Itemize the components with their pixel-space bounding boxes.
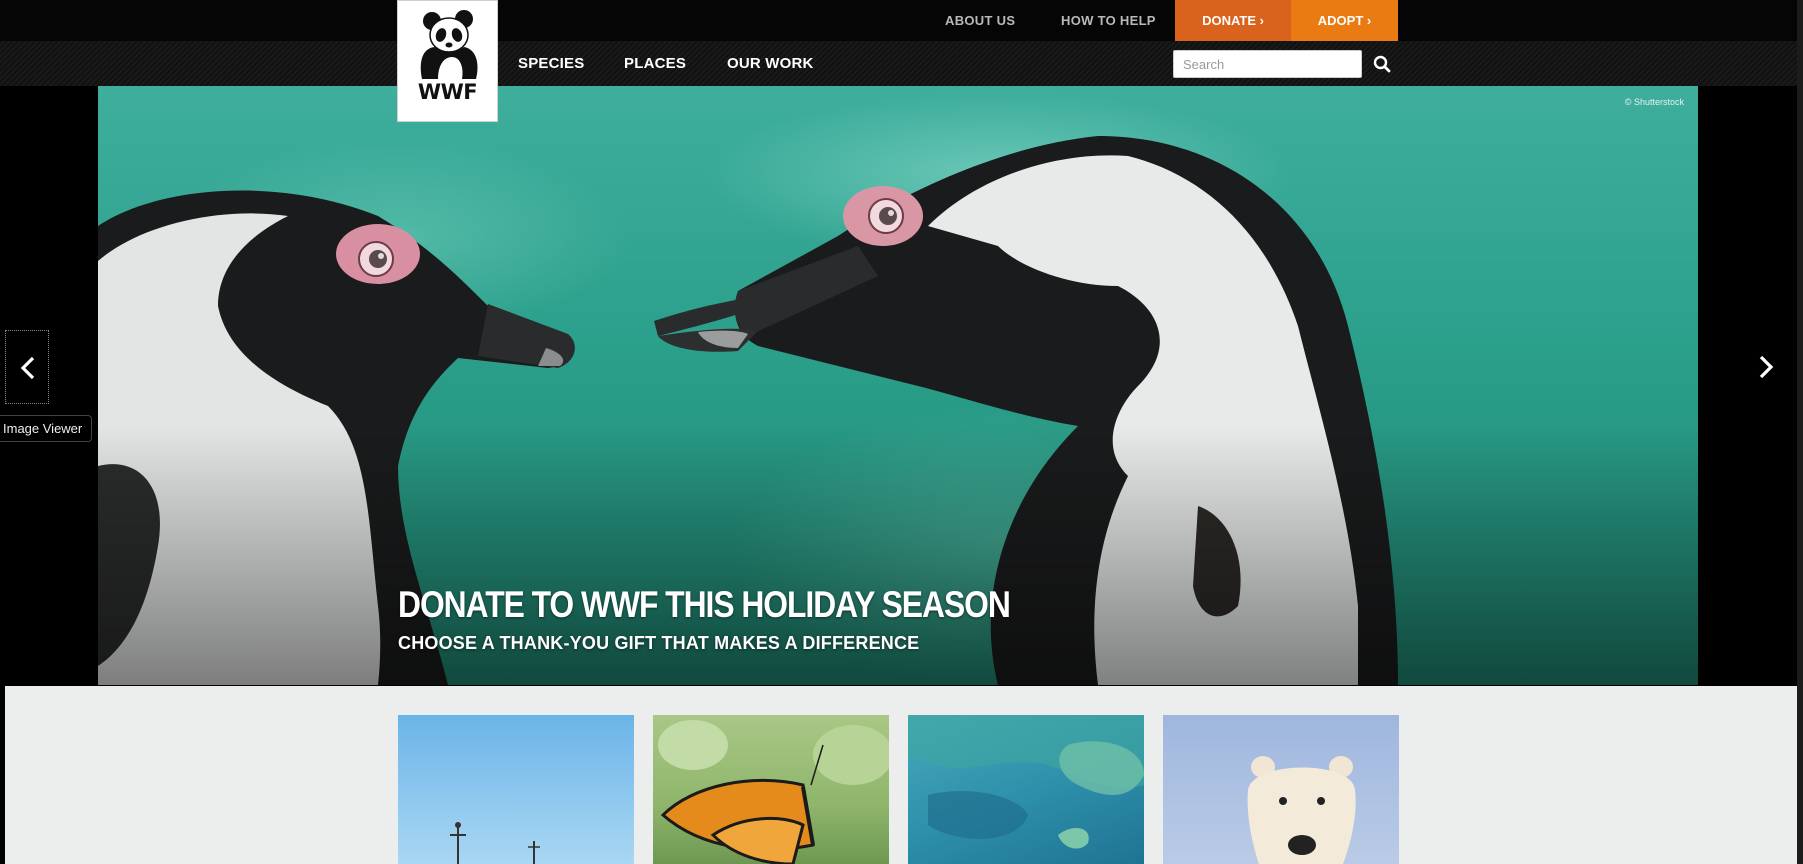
- hero-title[interactable]: DONATE TO WWF THIS HOLIDAY SEASON: [398, 584, 1011, 626]
- chevron-left-icon: [20, 356, 35, 380]
- monarch-butterfly-image: [658, 720, 889, 864]
- about-us-link[interactable]: ABOUT US: [945, 0, 1015, 41]
- polar-bear-image: [1247, 756, 1356, 864]
- feature-cards: [5, 686, 1797, 864]
- hero-slide[interactable]: © Shutterstock DONATE TO WWF THIS HOLIDA…: [98, 86, 1698, 685]
- chevron-right-icon: [1759, 355, 1774, 379]
- utility-bar: ABOUT US HOW TO HELP DONATE › ADOPT ›: [0, 0, 1803, 41]
- nav-places[interactable]: PLACES: [624, 41, 686, 86]
- carousel-next-button[interactable]: [1744, 330, 1788, 404]
- panda-logo: [420, 10, 478, 79]
- card-reef[interactable]: [908, 715, 1144, 864]
- page-scrollbar[interactable]: [1797, 0, 1803, 864]
- wwf-logo[interactable]: WWF: [397, 0, 498, 122]
- hero-carousel: © Shutterstock DONATE TO WWF THIS HOLIDA…: [0, 86, 1803, 685]
- how-to-help-link[interactable]: HOW TO HELP: [1061, 0, 1156, 41]
- donate-button[interactable]: DONATE ›: [1175, 0, 1291, 41]
- search-icon: [1373, 55, 1391, 73]
- card-ship[interactable]: [398, 715, 634, 864]
- nav-our-work[interactable]: OUR WORK: [727, 41, 814, 86]
- search-input[interactable]: [1173, 50, 1362, 78]
- adopt-button[interactable]: ADOPT ›: [1291, 0, 1398, 41]
- search-button[interactable]: [1370, 52, 1394, 76]
- nav-species[interactable]: SPECIES: [518, 41, 584, 86]
- coral-reef-image: [908, 715, 1144, 849]
- main-nav: SPECIES PLACES OUR WORK: [0, 41, 1803, 86]
- ship-mast-image: [450, 822, 540, 864]
- image-viewer-tooltip: Image Viewer: [0, 415, 93, 442]
- logo-text: WWF: [417, 80, 478, 104]
- card-butterfly[interactable]: [653, 715, 889, 864]
- card-polar-bear[interactable]: [1163, 715, 1399, 864]
- carousel-prev-button[interactable]: [5, 330, 49, 404]
- photo-credit: © Shutterstock: [1624, 97, 1684, 107]
- hero-subtitle[interactable]: CHOOSE A THANK-YOU GIFT THAT MAKES A DIF…: [398, 633, 919, 654]
